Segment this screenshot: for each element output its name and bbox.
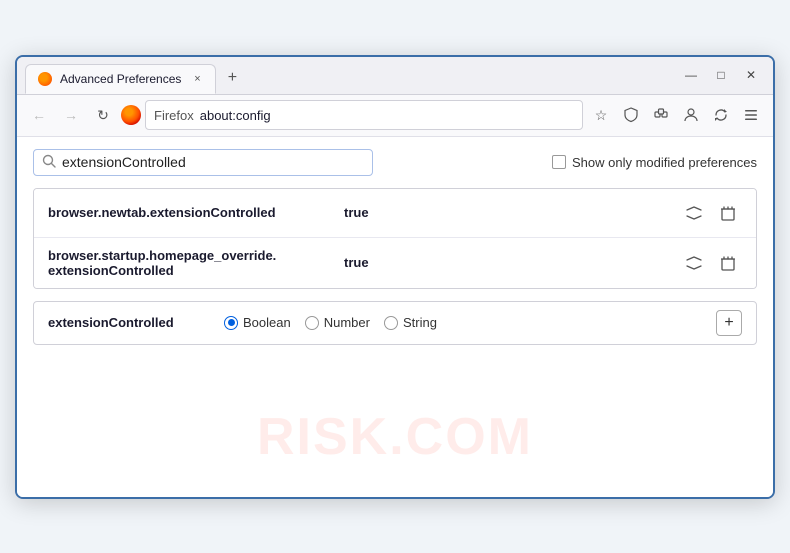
refresh-button[interactable]: ↻ bbox=[89, 101, 117, 129]
tab-title: Advanced Preferences bbox=[60, 72, 181, 86]
toggle-button[interactable] bbox=[680, 199, 708, 227]
browser-window: Advanced Preferences × + — □ ✕ ← → ↻ Fir… bbox=[15, 55, 775, 499]
search-bar: Show only modified preferences bbox=[33, 149, 757, 176]
radio-string-label: String bbox=[403, 315, 437, 330]
bookmark-icon[interactable]: ☆ bbox=[587, 101, 615, 129]
close-button[interactable]: ✕ bbox=[737, 61, 765, 89]
radio-boolean[interactable]: Boolean bbox=[224, 315, 291, 330]
pref-name: browser.newtab.extensionControlled bbox=[48, 205, 328, 220]
add-preference-row: extensionControlled Boolean Number Strin… bbox=[33, 301, 757, 345]
forward-button[interactable]: → bbox=[57, 101, 85, 129]
delete-button[interactable] bbox=[714, 249, 742, 277]
search-input[interactable] bbox=[62, 154, 364, 170]
tab-area: Advanced Preferences × + bbox=[25, 57, 677, 94]
radio-boolean-label: Boolean bbox=[243, 315, 291, 330]
radio-number[interactable]: Number bbox=[305, 315, 370, 330]
url-text: about:config bbox=[200, 108, 271, 123]
minimize-button[interactable]: — bbox=[677, 61, 705, 89]
maximize-button[interactable]: □ bbox=[707, 61, 735, 89]
add-pref-name: extensionControlled bbox=[48, 315, 208, 330]
table-row: browser.newtab.extensionControlled true bbox=[34, 189, 756, 238]
extension-icon[interactable] bbox=[647, 101, 675, 129]
title-bar: Advanced Preferences × + — □ ✕ bbox=[17, 57, 773, 95]
radio-string[interactable]: String bbox=[384, 315, 437, 330]
delete-button[interactable] bbox=[714, 199, 742, 227]
pref-value: true bbox=[344, 255, 369, 270]
show-modified-label: Show only modified preferences bbox=[572, 155, 757, 170]
navigation-bar: ← → ↻ Firefox about:config ☆ bbox=[17, 95, 773, 137]
search-icon bbox=[42, 154, 56, 171]
profile-icon[interactable] bbox=[677, 101, 705, 129]
radio-string-circle[interactable] bbox=[384, 316, 398, 330]
row-actions bbox=[680, 199, 742, 227]
radio-number-circle[interactable] bbox=[305, 316, 319, 330]
show-modified-checkbox[interactable] bbox=[552, 155, 566, 169]
menu-icon[interactable] bbox=[737, 101, 765, 129]
active-tab[interactable]: Advanced Preferences × bbox=[25, 64, 216, 94]
radio-number-label: Number bbox=[324, 315, 370, 330]
back-button[interactable]: ← bbox=[25, 101, 53, 129]
tab-close-button[interactable]: × bbox=[189, 71, 205, 87]
watermark: RISK.COM bbox=[257, 407, 533, 467]
add-plus-button[interactable]: + bbox=[716, 310, 742, 336]
radio-group: Boolean Number String bbox=[224, 315, 700, 330]
firefox-logo-icon bbox=[121, 105, 141, 125]
window-controls: — □ ✕ bbox=[677, 61, 765, 89]
tab-firefox-icon bbox=[38, 72, 52, 86]
sync-icon[interactable] bbox=[707, 101, 735, 129]
new-tab-button[interactable]: + bbox=[220, 66, 244, 90]
toggle-button[interactable] bbox=[680, 249, 708, 277]
radio-boolean-circle[interactable] bbox=[224, 316, 238, 330]
nav-icons: ☆ bbox=[587, 101, 765, 129]
show-modified-wrap: Show only modified preferences bbox=[552, 155, 757, 170]
browser-name-label: Firefox bbox=[154, 108, 194, 123]
pref-name: browser.startup.homepage_override. exten… bbox=[48, 248, 328, 278]
table-row: browser.startup.homepage_override. exten… bbox=[34, 238, 756, 288]
pref-value: true bbox=[344, 205, 369, 220]
address-bar[interactable]: Firefox about:config bbox=[145, 100, 583, 130]
content-area: RISK.COM Show only modified preferences bbox=[17, 137, 773, 497]
search-input-wrap[interactable] bbox=[33, 149, 373, 176]
row-actions bbox=[680, 249, 742, 277]
results-table: browser.newtab.extensionControlled true bbox=[33, 188, 757, 289]
shield-icon[interactable] bbox=[617, 101, 645, 129]
